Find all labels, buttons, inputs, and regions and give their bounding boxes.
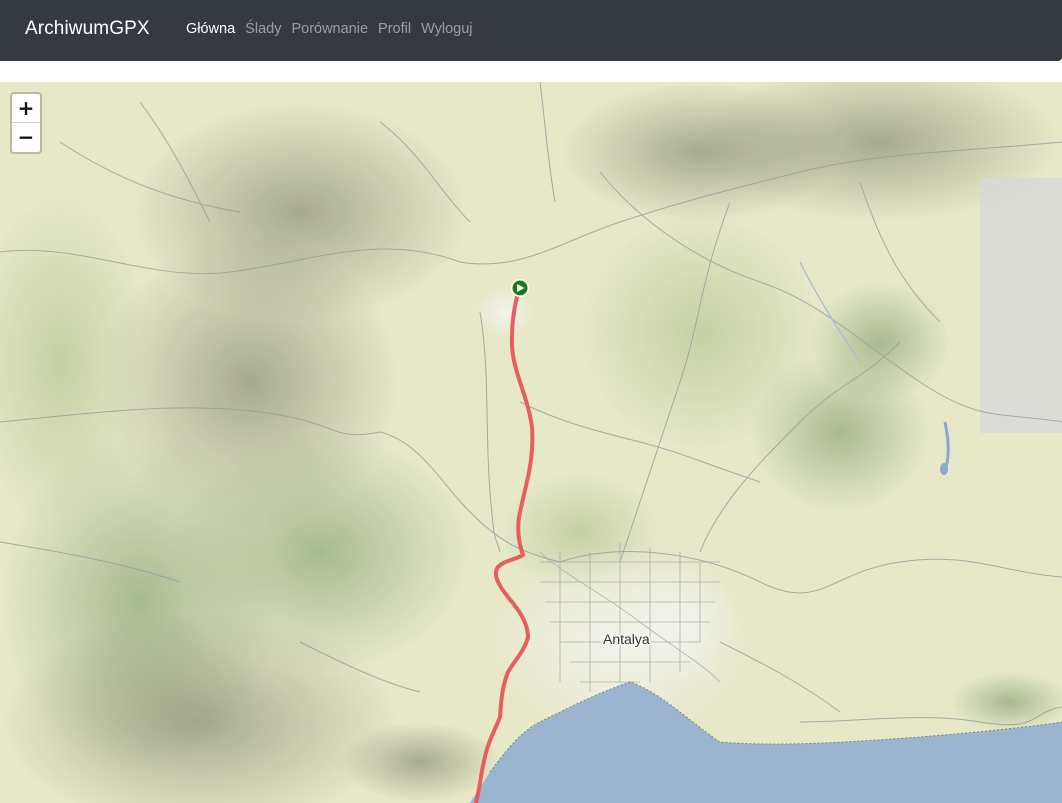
map-view[interactable]: Antalya + −: [0, 82, 1062, 803]
page-spacer: [0, 61, 1062, 82]
city-label: Antalya: [603, 631, 650, 647]
navbar: ArchiwumGPX Główna Ślady Porównanie Prof…: [0, 0, 1062, 61]
nav-link-home[interactable]: Główna: [186, 21, 235, 37]
start-marker-icon: [511, 279, 529, 297]
zoom-control: + −: [10, 92, 42, 154]
nav-link-tracks[interactable]: Ślady: [245, 21, 281, 37]
zoom-in-button[interactable]: +: [12, 94, 40, 123]
map-tiles[interactable]: Antalya: [0, 82, 1062, 803]
zoom-out-button[interactable]: −: [12, 123, 40, 152]
tile-patch: [980, 178, 1062, 433]
nav-link-logout[interactable]: Wyloguj: [421, 21, 472, 37]
nav-link-profile[interactable]: Profil: [378, 21, 411, 37]
nav-link-compare[interactable]: Porównanie: [291, 21, 368, 37]
main-nav: Główna Ślady Porównanie Profil Wyloguj: [186, 21, 473, 37]
brand-logo[interactable]: ArchiwumGPX: [25, 18, 150, 40]
